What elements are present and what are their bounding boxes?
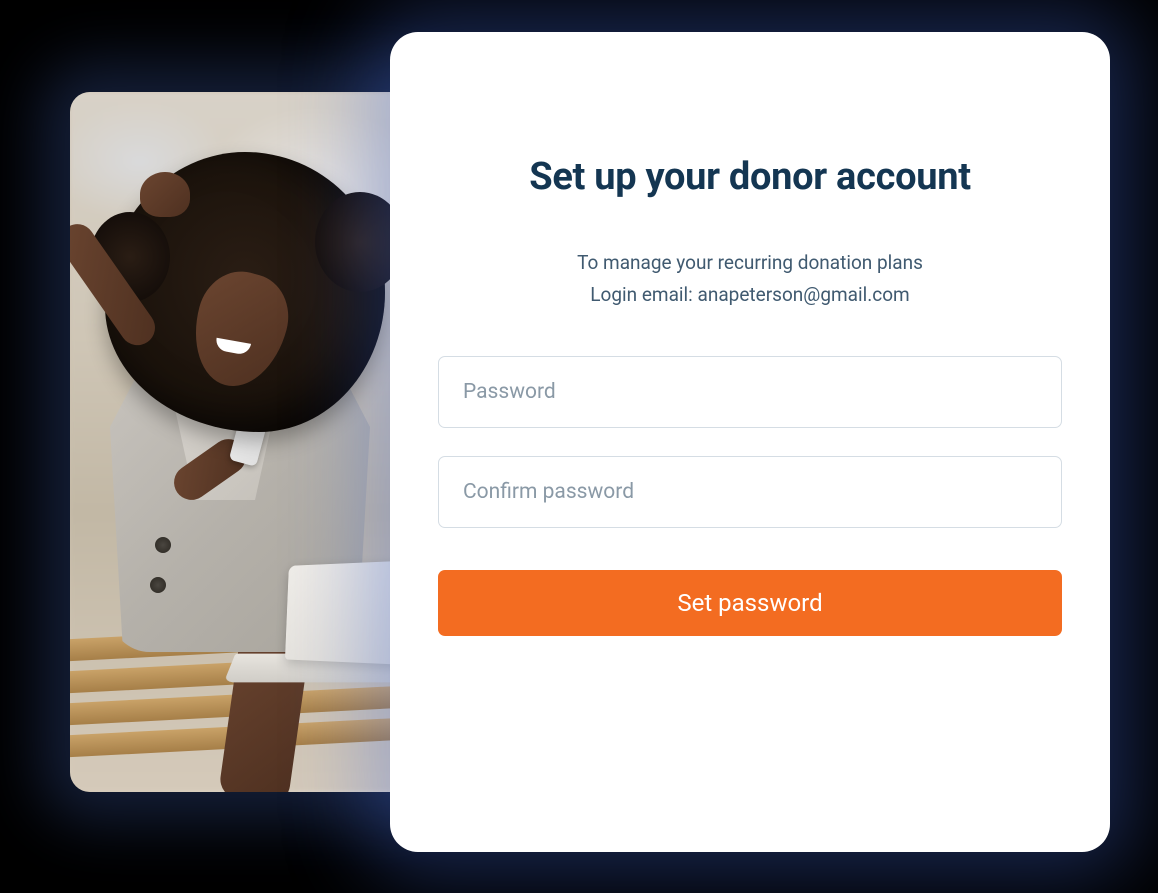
- confirm-password-input[interactable]: [438, 456, 1062, 528]
- login-email: anapeterson@gmail.com: [698, 283, 910, 306]
- subtitle-email-prefix: Login email:: [590, 283, 697, 306]
- form-subtitle: To manage your recurring donation plans …: [438, 247, 1062, 312]
- password-input[interactable]: [438, 356, 1062, 428]
- account-setup-card: Set up your donor account To manage your…: [390, 32, 1110, 852]
- hero-photo: [70, 92, 420, 792]
- form-title: Set up your donor account: [438, 155, 1062, 199]
- subtitle-line-1: To manage your recurring donation plans: [577, 251, 923, 274]
- set-password-button[interactable]: Set password: [438, 570, 1062, 636]
